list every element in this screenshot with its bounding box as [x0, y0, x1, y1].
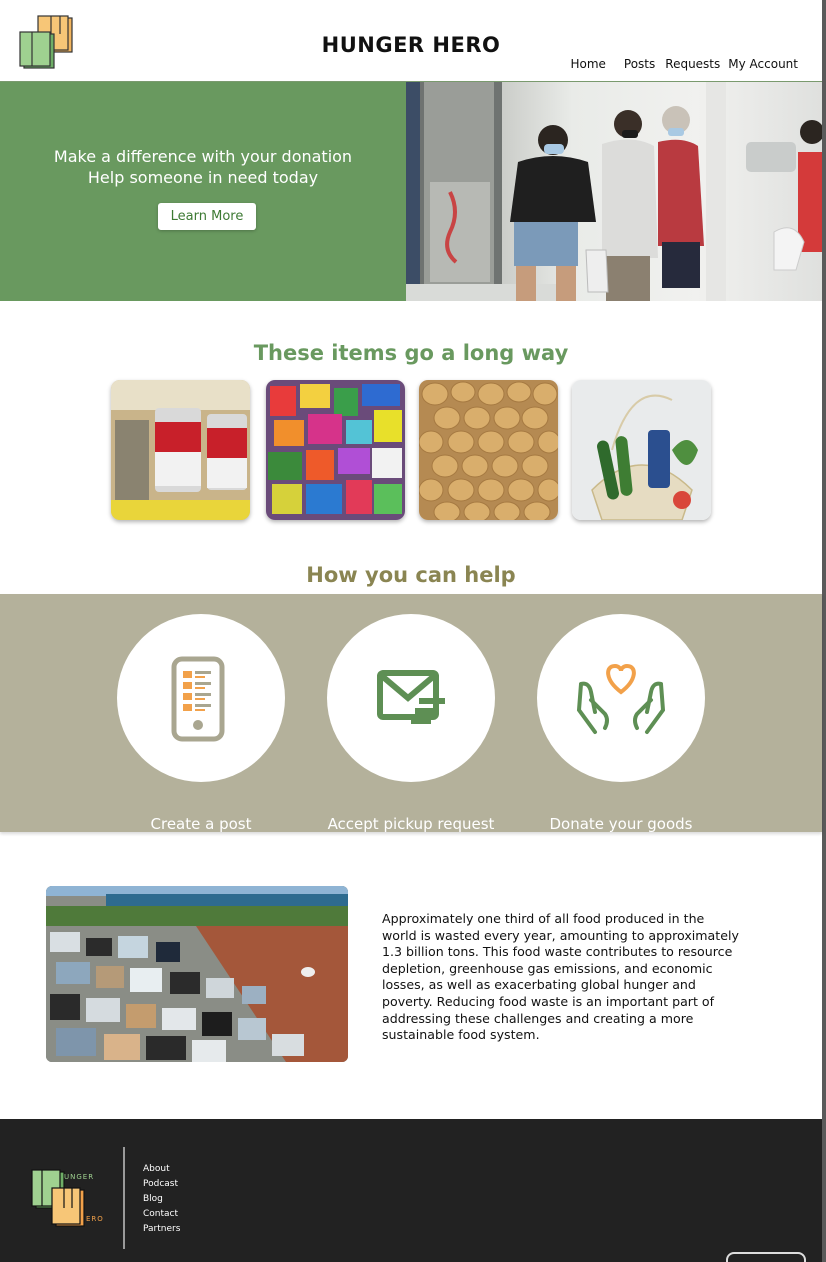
footer-logo-text-bottom: ERO — [86, 1215, 104, 1223]
nav-my-account[interactable]: My Account — [728, 57, 798, 71]
grocery-bag-photo — [572, 380, 711, 520]
nav-requests[interactable]: Requests — [665, 57, 720, 71]
learn-more-button[interactable]: Learn More — [158, 203, 256, 230]
hero-message: Make a difference with your donation Hel… — [0, 146, 406, 188]
footer-link-blog[interactable]: Blog — [143, 1192, 180, 1207]
site-title: HUNGER HERO — [321, 33, 501, 57]
footer-divider — [123, 1147, 125, 1249]
help-circle — [117, 614, 285, 782]
food-waste-paragraph: Approximately one third of all food prod… — [382, 911, 739, 1043]
hero-banner: Make a difference with your donation Hel… — [0, 82, 406, 301]
help-card-accept-pickup[interactable]: Accept pickup request — [327, 614, 497, 833]
help-label-donate-goods: Donate your goods — [549, 815, 693, 833]
help-card-donate-goods[interactable]: Donate your goods — [537, 614, 707, 833]
canned-food-photo — [111, 380, 250, 520]
help-label-create-post: Create a post — [150, 815, 252, 833]
footer-link-about[interactable]: About — [143, 1162, 180, 1177]
phone-list-icon — [171, 656, 225, 742]
footer-logo-text-top: UNGER — [64, 1173, 95, 1181]
help-band: Create a post Accept pickup request Dona… — [0, 594, 822, 833]
browser-frame-edge — [822, 0, 826, 1262]
hero-line-1: Make a difference with your donation — [53, 147, 353, 166]
food-waste-landfill-photo — [46, 886, 348, 1062]
help-circle — [537, 614, 705, 782]
footer-logo[interactable]: UNGER ERO — [30, 1168, 108, 1230]
hero-line-2: Help someone in need today — [87, 168, 319, 187]
hero-section: Make a difference with your donation Hel… — [0, 82, 822, 301]
footer-link-contact[interactable]: Contact — [143, 1207, 180, 1222]
help-label-accept-pickup: Accept pickup request — [327, 815, 495, 833]
footer-link-partners[interactable]: Partners — [143, 1222, 180, 1237]
help-card-create-post[interactable]: Create a post — [117, 614, 287, 833]
main-nav: Home Posts Requests My Account — [554, 57, 798, 71]
site-header: HUNGER HERO Home Posts Requests My Accou… — [0, 0, 822, 82]
footer-partial-button[interactable] — [726, 1252, 806, 1262]
site-footer: UNGER ERO About Podcast Blog Contact Par… — [0, 1119, 822, 1262]
snacks-photo — [266, 380, 405, 520]
potatoes-photo — [419, 380, 558, 520]
nav-posts[interactable]: Posts — [624, 57, 655, 71]
nav-home[interactable]: Home — [570, 57, 605, 71]
help-section-title: How you can help — [306, 563, 516, 587]
hands-heart-icon — [576, 663, 666, 734]
items-section-title: These items go a long way — [253, 341, 569, 365]
help-circle — [327, 614, 495, 782]
volunteers-photo — [406, 82, 822, 301]
mail-icon — [377, 670, 445, 724]
footer-link-podcast[interactable]: Podcast — [143, 1177, 180, 1192]
footer-links: About Podcast Blog Contact Partners — [143, 1162, 180, 1237]
items-gallery — [111, 380, 711, 520]
